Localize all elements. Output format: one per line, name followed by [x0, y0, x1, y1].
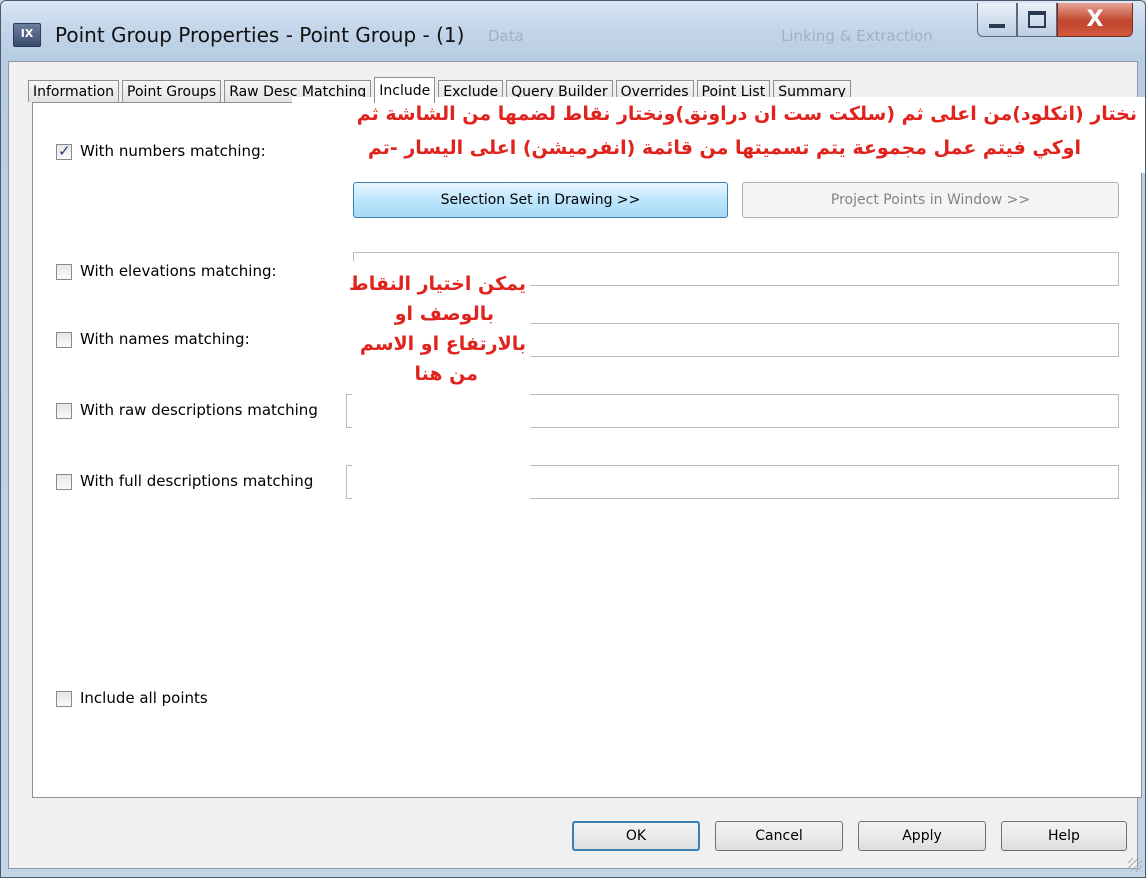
caption-buttons: X — [977, 3, 1133, 39]
tab-include[interactable]: Include — [374, 77, 436, 103]
background-window-title: Data — [488, 27, 524, 45]
annotation-line: يمكن اختيار النقاط — [349, 273, 526, 295]
ok-button[interactable]: OK — [572, 821, 700, 851]
annotation-line: نختار (انكلود)من اعلى ثم (سلكت ست ان درا… — [356, 103, 1137, 125]
names-matching-checkbox[interactable] — [56, 332, 72, 348]
tab-information[interactable]: Information — [28, 80, 120, 102]
title-bar[interactable]: IX Point Group Properties - Point Group … — [1, 1, 1145, 61]
selection-set-in-drawing-button[interactable]: Selection Set in Drawing >> — [353, 182, 728, 218]
maximize-icon — [1028, 11, 1046, 28]
names-matching-label: With names matching: — [80, 330, 250, 348]
annotation-line: بالارتفاع او الاسم — [359, 333, 526, 355]
annotation-line: بالوصف او — [394, 303, 494, 325]
raw-descriptions-matching-checkbox[interactable] — [56, 403, 72, 419]
annotation-note-top: نختار (انكلود)من اعلى ثم (سلكت ست ان درا… — [292, 97, 1145, 173]
annotation-line: من هنا — [414, 363, 478, 385]
include-all-points-label: Include all points — [80, 689, 208, 707]
numbers-matching-label: With numbers matching: — [80, 142, 266, 160]
close-icon: X — [1086, 7, 1104, 32]
raw-descriptions-matching-label: With raw descriptions matching — [80, 401, 318, 419]
help-button[interactable]: Help — [1001, 821, 1127, 851]
project-points-in-window-button[interactable]: Project Points in Window >> — [742, 182, 1119, 218]
app-icon: IX — [13, 23, 41, 47]
annotation-line: اوكي فيتم عمل مجموعة يتم تسميتها من قائم… — [367, 137, 1081, 159]
resize-grip-icon[interactable] — [1128, 858, 1142, 872]
maximize-button[interactable] — [1017, 3, 1057, 37]
full-descriptions-matching-checkbox[interactable] — [56, 474, 72, 490]
include-all-points-checkbox[interactable] — [56, 691, 72, 707]
elevations-matching-checkbox[interactable] — [56, 264, 72, 280]
full-descriptions-matching-label: With full descriptions matching — [80, 472, 314, 490]
minimize-icon — [989, 23, 1005, 28]
elevations-matching-label: With elevations matching: — [80, 262, 277, 280]
apply-button[interactable]: Apply — [858, 821, 986, 851]
background-window-title: Linking & Extraction — [781, 27, 933, 45]
window-title: Point Group Properties - Point Group - (… — [55, 23, 465, 47]
tab-point-groups[interactable]: Point Groups — [122, 80, 222, 102]
numbers-matching-checkbox[interactable] — [56, 142, 72, 160]
close-button[interactable]: X — [1057, 3, 1133, 37]
cancel-button[interactable]: Cancel — [715, 821, 843, 851]
minimize-button[interactable] — [977, 3, 1017, 37]
dialog-window: IX Point Group Properties - Point Group … — [0, 0, 1146, 878]
annotation-note-side: يمكن اختيار النقاط بالوصف او بالارتفاع ا… — [349, 261, 530, 509]
